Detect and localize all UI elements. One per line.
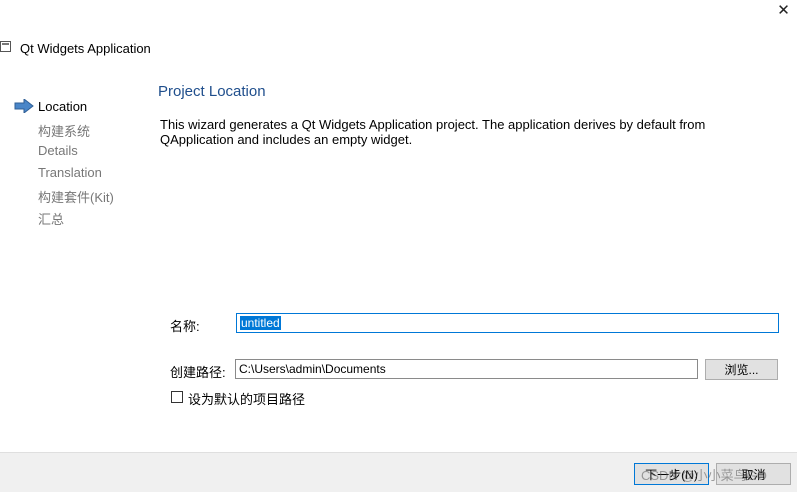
window-title: Qt Widgets Application [20,41,151,56]
project-name-input[interactable]: untitled [236,313,779,333]
step-translation: Translation [38,165,102,180]
name-label: 名称: [170,319,200,334]
default-path-checkbox[interactable] [171,391,183,403]
close-icon: ✕ [777,2,790,19]
default-path-label[interactable]: 设为默认的项目路径 [188,389,305,408]
browse-button[interactable]: 浏览... [705,359,778,380]
project-name-value: untitled [240,316,281,330]
step-location: Location [38,99,88,114]
close-button[interactable]: ✕ [770,0,797,20]
step-kit: 构建套件(Kit) [38,190,114,205]
page-description: This wizard generates a Qt Widgets Appli… [160,117,706,147]
step-summary: 汇总 [38,212,65,227]
project-path-input[interactable]: C:\Users\admin\Documents [235,359,698,379]
watermark: CSDN @小小菜鸟GO [641,468,767,483]
page-title: Project Location [158,83,266,100]
current-step-arrow-icon [14,99,34,113]
app-window-icon [0,41,11,52]
step-build-system: 构建系统 [38,124,91,139]
step-details: Details [38,143,78,158]
path-label: 创建路径: [170,365,226,380]
project-path-value: C:\Users\admin\Documents [239,362,386,376]
